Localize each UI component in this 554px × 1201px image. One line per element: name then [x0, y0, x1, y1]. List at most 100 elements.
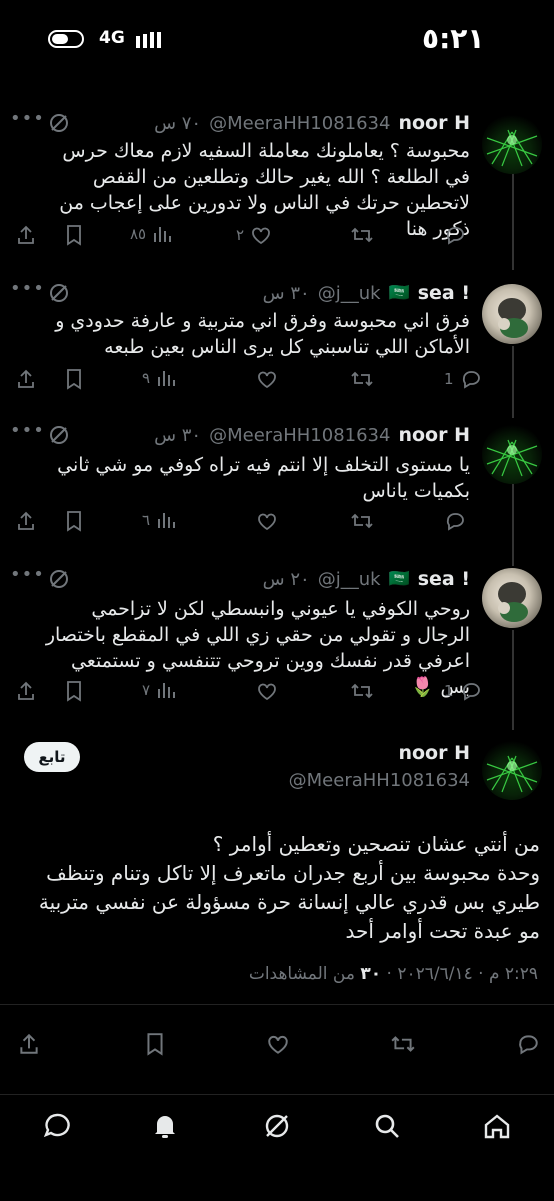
grok-icon[interactable] [48, 112, 70, 134]
handle[interactable]: @j__uk [318, 283, 381, 304]
bookmark-button[interactable] [64, 510, 84, 532]
reply-button[interactable] [516, 1032, 540, 1056]
bookmark-icon [147, 1033, 163, 1056]
reply-count: 1 [444, 370, 454, 388]
handle[interactable]: @MeeraHH1081634 [289, 770, 470, 791]
handle[interactable]: @MeeraHH1081634 [209, 425, 390, 446]
avatar[interactable] [482, 740, 542, 800]
home-icon[interactable] [482, 1111, 512, 1141]
views-button[interactable]: ٨٥ [130, 224, 172, 244]
display-name[interactable]: sea ! [418, 568, 470, 590]
post-actions: ٦ [0, 510, 554, 540]
view-count: ٦ [142, 511, 151, 529]
reply-button[interactable]: 1 [444, 368, 482, 390]
display-name[interactable]: sea ! [418, 282, 470, 304]
more-icon[interactable]: ••• [10, 108, 45, 129]
display-name[interactable]: noor H [398, 112, 470, 134]
handle[interactable]: @MeeraHH1081634 [209, 113, 390, 134]
post-header: sea ! 🇸🇦 @j__uk ٢٠ س [263, 566, 470, 592]
grok-icon[interactable] [262, 1111, 292, 1141]
post-actions: 1 ٧ [0, 680, 554, 710]
grok-icon[interactable] [48, 568, 70, 590]
bookmark-button[interactable] [64, 368, 84, 390]
post-actions: 1 ٩ [0, 368, 554, 398]
grok-icon[interactable] [48, 282, 70, 304]
bookmark-button[interactable] [64, 680, 84, 702]
avatar[interactable] [482, 568, 542, 628]
repost-button[interactable] [350, 224, 374, 246]
search-icon[interactable] [372, 1111, 402, 1141]
like-button[interactable] [256, 680, 278, 702]
share-button[interactable] [18, 1032, 40, 1056]
bookmark-icon [67, 511, 81, 532]
like-button[interactable] [266, 1032, 290, 1056]
reply-icon [462, 371, 480, 389]
share-button[interactable] [16, 510, 36, 532]
repost-button[interactable] [390, 1032, 416, 1056]
views-icon [158, 513, 176, 528]
grok-icon[interactable] [48, 424, 70, 446]
like-count: ٢ [236, 226, 245, 244]
post-time: ٣٠ س [154, 424, 202, 446]
view-count: ٧ [142, 681, 151, 699]
view-count: ٨٥ [130, 225, 147, 243]
follow-button[interactable]: تابع [24, 742, 80, 772]
share-icon [18, 681, 34, 700]
post-time: ٢٠ س [262, 568, 310, 590]
notifications-icon[interactable] [150, 1111, 180, 1141]
more-icon[interactable]: ••• [10, 564, 45, 585]
views-button[interactable]: ٦ [142, 510, 176, 530]
avatar[interactable] [482, 424, 542, 484]
more-icon[interactable]: ••• [10, 278, 45, 299]
avatar[interactable] [482, 284, 542, 344]
share-button[interactable] [16, 368, 36, 390]
heart-icon [258, 371, 276, 389]
messages-icon[interactable] [42, 1111, 72, 1141]
views-count: ٣٠ [360, 964, 382, 984]
more-icon[interactable]: ••• [10, 420, 45, 441]
views-button[interactable]: ٩ [142, 368, 176, 388]
views-icon [158, 683, 176, 698]
reply-button[interactable] [444, 510, 466, 532]
bookmark-button[interactable] [144, 1032, 166, 1056]
clock: ٥:٢١ [422, 22, 485, 55]
reply-button[interactable]: 1 [444, 680, 482, 702]
repost-button[interactable] [350, 680, 374, 702]
battery-icon [48, 30, 84, 48]
display-name[interactable]: noor H [398, 742, 470, 764]
like-button[interactable] [256, 510, 278, 532]
status-bar: 4G ٥:٢١ [0, 0, 554, 80]
reply-icon [446, 227, 464, 245]
views-label: من المشاهدات [248, 964, 355, 984]
repost-icon [391, 1036, 415, 1052]
share-button[interactable] [16, 224, 36, 246]
post-time: ٧٠ س [154, 112, 202, 134]
main-post-text: من أنتي عشان تنصحين وتعطين أوامر ؟ وحدة … [26, 830, 540, 946]
handle[interactable]: @j__uk [318, 569, 381, 590]
like-button[interactable] [256, 368, 278, 390]
views-button[interactable]: ٧ [142, 680, 176, 700]
display-name[interactable]: noor H [398, 424, 470, 446]
divider [0, 1004, 554, 1005]
post-header: noor H @MeeraHH1081634 ٣٠ س [154, 422, 470, 448]
bottom-nav [0, 1094, 554, 1201]
reply-count: 1 [444, 682, 454, 700]
reply-icon [462, 683, 480, 701]
share-icon [18, 511, 34, 530]
post-text: فرق اني محبوسة وفرق اني متربية و عارفة ح… [55, 310, 470, 358]
reply-button[interactable] [444, 224, 466, 246]
bookmark-button[interactable] [64, 224, 84, 246]
repost-button[interactable] [350, 368, 374, 390]
repost-icon [351, 683, 373, 699]
bookmark-icon [67, 369, 81, 390]
views-icon [158, 371, 176, 386]
share-button[interactable] [16, 680, 36, 702]
share-icon [18, 369, 34, 388]
post-header: noor H @MeeraHH1081634 ٧٠ س [154, 110, 470, 136]
main-post-line: من أنتي عشان تنصحين وتعطين أوامر ؟ [212, 832, 540, 856]
timestamp: ٢:٢٩ م · ٢٠٢٦/٦/١٤ · [386, 964, 538, 984]
like-button[interactable]: ٢ [236, 224, 272, 246]
repost-button[interactable] [350, 510, 374, 532]
avatar[interactable] [482, 114, 542, 174]
heart-icon [258, 683, 276, 701]
